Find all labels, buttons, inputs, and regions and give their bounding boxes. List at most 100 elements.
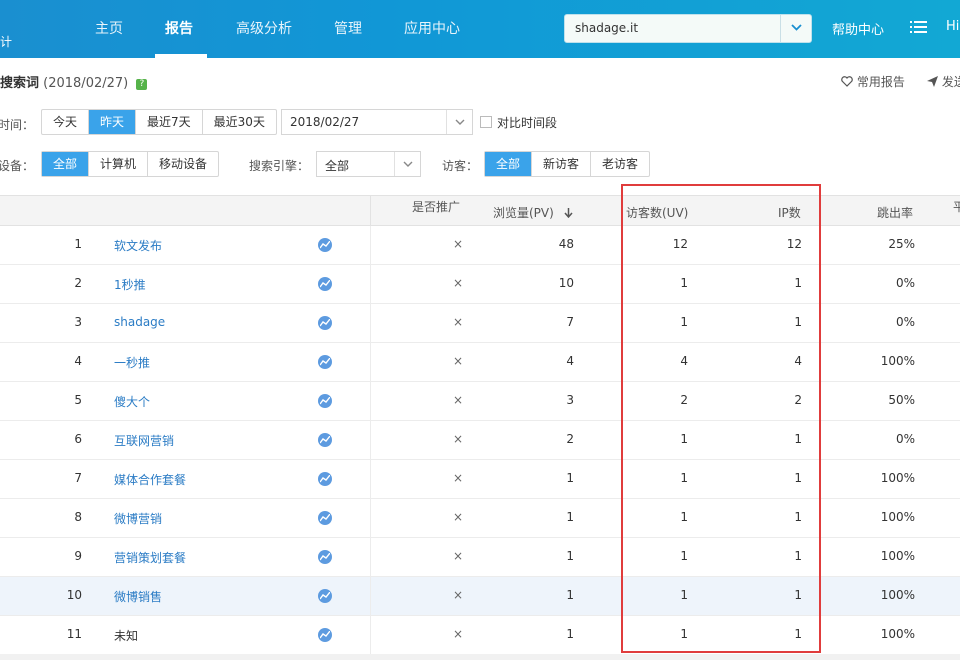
bounce-rate-value: 100%	[880, 627, 915, 641]
user-greeting[interactable]: Hi	[946, 19, 959, 34]
keyword-link[interactable]: 微博营销	[114, 510, 162, 527]
trend-chart-icon[interactable]	[318, 511, 332, 525]
trend-chart-icon[interactable]	[318, 394, 332, 408]
pv-value: 1	[566, 471, 574, 485]
row-index: 7	[74, 471, 82, 485]
column-divider	[370, 226, 371, 660]
favorite-report-link[interactable]: 常用报告	[841, 73, 905, 90]
trend-chart-icon[interactable]	[318, 550, 332, 564]
keyword-link[interactable]: 软文发布	[114, 237, 162, 254]
device-option-mobile[interactable]: 移动设备	[148, 152, 218, 176]
time-option-yesterday[interactable]: 昨天	[89, 110, 137, 134]
trend-chart-icon[interactable]	[318, 628, 332, 642]
column-bounce-rate[interactable]: 跳出率	[877, 204, 913, 221]
promoted-value: ×	[453, 432, 464, 446]
heart-icon	[841, 76, 853, 87]
keyword-link[interactable]: 傻大个	[114, 393, 150, 410]
help-question-icon[interactable]: ?	[136, 79, 148, 90]
promoted-value: ×	[453, 354, 464, 368]
promoted-value: ×	[453, 315, 464, 329]
pv-value: 1	[566, 627, 574, 641]
nav-manage[interactable]: 管理	[334, 18, 362, 38]
pv-value: 1	[566, 588, 574, 602]
device-option-all[interactable]: 全部	[42, 152, 90, 176]
search-engine-dropdown[interactable]	[394, 152, 420, 176]
visitor-option-new[interactable]: 新访客	[532, 152, 592, 176]
pv-value: 10	[558, 276, 574, 290]
keyword-text: 未知	[114, 629, 139, 643]
trend-chart-icon[interactable]	[318, 589, 332, 603]
keyword-link[interactable]: 微博销售	[114, 588, 162, 605]
row-index: 9	[74, 549, 82, 563]
keyword-link[interactable]: 1秒推	[114, 276, 146, 293]
column-next-partial: 平	[953, 200, 960, 214]
trend-chart-icon[interactable]	[318, 433, 332, 447]
promoted-value: ×	[453, 510, 464, 524]
bounce-rate-value: 0%	[895, 276, 915, 290]
brand-name: 统计	[0, 35, 13, 49]
site-selector-dropdown-button[interactable]	[780, 15, 811, 42]
trend-chart-icon[interactable]	[318, 316, 332, 330]
row-index: 4	[74, 354, 82, 368]
time-range-segment[interactable]: 今天 昨天 最近7天 最近30天	[41, 109, 277, 135]
visitor-option-returning[interactable]: 老访客	[591, 152, 649, 176]
row-index: 5	[74, 393, 82, 407]
trend-chart-icon[interactable]	[318, 355, 332, 369]
pv-value: 7	[566, 315, 574, 329]
favorite-report-label: 常用报告	[856, 75, 905, 89]
nav-reports[interactable]: 报告	[165, 18, 193, 38]
pv-value: 2	[566, 432, 574, 446]
time-filter-label: 时间：	[0, 118, 35, 132]
date-picker-dropdown[interactable]	[446, 110, 472, 134]
help-center-link[interactable]: 帮助中心	[832, 19, 884, 38]
chevron-down-icon	[455, 119, 465, 125]
device-option-computer[interactable]: 计算机	[89, 152, 149, 176]
trend-chart-icon[interactable]	[318, 238, 332, 252]
site-selector[interactable]: shadage.it	[564, 14, 812, 43]
report-date: (2018/02/27)	[43, 76, 129, 91]
keyword-link[interactable]: 媒体合作套餐	[114, 471, 186, 488]
highlight-box-uv-ip	[621, 184, 821, 653]
time-option-7days[interactable]: 最近7天	[136, 110, 203, 134]
keyword-link[interactable]: 互联网营销	[114, 432, 174, 449]
trend-chart-icon[interactable]	[318, 472, 332, 486]
visitor-option-all[interactable]: 全部	[485, 152, 533, 176]
page-title: 搜索词 (2018/02/27) ?	[0, 72, 148, 91]
time-option-30days[interactable]: 最近30天	[203, 110, 276, 134]
bounce-rate-value: 0%	[895, 432, 915, 446]
promoted-value: ×	[453, 588, 464, 602]
pv-value: 4	[566, 354, 574, 368]
nav-app-center[interactable]: 应用中心	[404, 18, 460, 38]
keyword-link[interactable]: shadage	[114, 315, 165, 329]
nav-advanced-analysis[interactable]: 高级分析	[236, 18, 292, 38]
pv-value: 1	[566, 510, 574, 524]
visitor-segment[interactable]: 全部 新访客 老访客	[484, 151, 651, 177]
send-report-label: 发送	[941, 75, 960, 89]
row-index: 1	[74, 237, 82, 251]
pv-value: 1	[566, 549, 574, 563]
menu-list-icon[interactable]	[910, 20, 927, 37]
chevron-down-icon	[403, 161, 413, 167]
time-option-today[interactable]: 今天	[42, 110, 90, 134]
send-report-link[interactable]: 发送	[927, 73, 960, 90]
search-engine-select[interactable]: 全部	[316, 151, 421, 177]
bounce-rate-value: 100%	[880, 354, 915, 368]
keyword-link[interactable]: 营销策划套餐	[114, 549, 186, 566]
sort-down-arrow-icon[interactable]	[564, 208, 573, 219]
promoted-value: ×	[453, 393, 464, 407]
bounce-rate-value: 0%	[895, 315, 915, 329]
nav-home[interactable]: 主页	[95, 18, 123, 38]
date-picker[interactable]: 2018/02/27	[281, 109, 473, 135]
keyword-link[interactable]: 一秒推	[114, 354, 150, 371]
bounce-rate-value: 100%	[880, 510, 915, 524]
row-index: 6	[74, 432, 82, 446]
trend-chart-icon[interactable]	[318, 277, 332, 291]
row-index: 11	[66, 627, 82, 641]
table-footer-strip	[0, 654, 960, 660]
visitor-filter-label: 访客：	[442, 159, 479, 173]
device-segment[interactable]: 全部 计算机 移动设备	[41, 151, 220, 177]
promoted-value: ×	[453, 627, 464, 641]
compare-period-checkbox[interactable]	[480, 116, 492, 128]
column-pv[interactable]: 浏览量(PV)	[493, 204, 573, 221]
pv-value: 48	[558, 237, 574, 251]
